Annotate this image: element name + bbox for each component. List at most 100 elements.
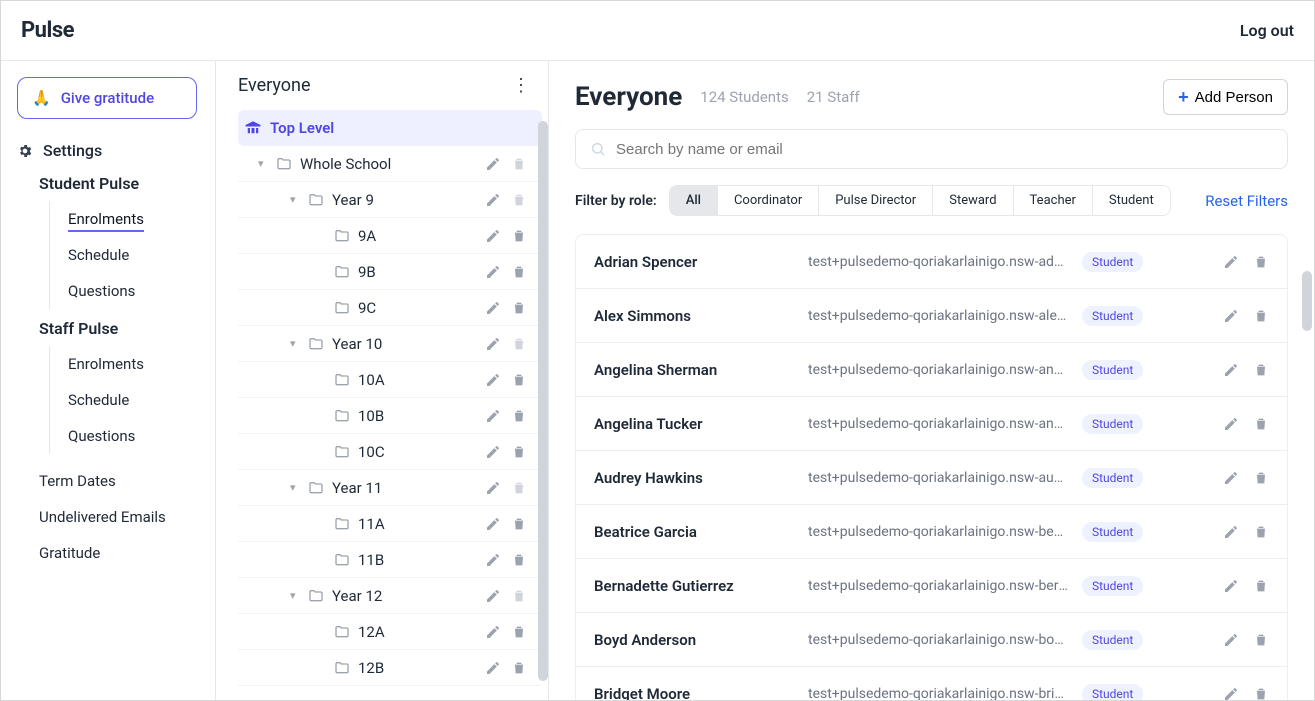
- tree-node-10b[interactable]: 10B: [238, 398, 542, 434]
- edit-icon[interactable]: [1223, 578, 1239, 594]
- person-row[interactable]: Beatrice Garciatest+pulsedemo-qoriakarla…: [576, 505, 1287, 559]
- person-row[interactable]: Alex Simmonstest+pulsedemo-qoriakarlaini…: [576, 289, 1287, 343]
- delete-icon[interactable]: [1253, 362, 1269, 378]
- tree-node-10a[interactable]: 10A: [238, 362, 542, 398]
- edit-icon[interactable]: [1223, 524, 1239, 540]
- reset-filters-link[interactable]: Reset Filters: [1205, 192, 1288, 210]
- edit-icon[interactable]: [484, 444, 502, 460]
- sidebar-section-staff-pulse[interactable]: Staff Pulse: [39, 319, 203, 338]
- app-header: Pulse Log out: [1, 1, 1314, 61]
- edit-icon[interactable]: [484, 408, 502, 424]
- edit-icon[interactable]: [484, 372, 502, 388]
- tree-scrollbar[interactable]: [538, 121, 548, 681]
- search-box[interactable]: [575, 129, 1288, 169]
- tree-menu-icon[interactable]: ⋮: [512, 75, 528, 96]
- edit-icon[interactable]: [484, 300, 502, 316]
- delete-icon[interactable]: [1253, 470, 1269, 486]
- person-row[interactable]: Audrey Hawkinstest+pulsedemo-qoriakarlai…: [576, 451, 1287, 505]
- person-row[interactable]: Bernadette Gutierreztest+pulsedemo-qoria…: [576, 559, 1287, 613]
- tree-node-9c[interactable]: 9C: [238, 290, 542, 326]
- delete-icon[interactable]: [1253, 686, 1269, 700]
- delete-icon[interactable]: [510, 408, 528, 424]
- sidebar-item-staff-schedule[interactable]: Schedule: [68, 382, 203, 418]
- delete-icon[interactable]: [510, 552, 528, 568]
- edit-icon[interactable]: [484, 588, 502, 604]
- edit-icon[interactable]: [1223, 416, 1239, 432]
- tree-node-9a[interactable]: 9A: [238, 218, 542, 254]
- delete-icon[interactable]: [1253, 632, 1269, 648]
- sidebar-settings[interactable]: Settings: [17, 141, 203, 160]
- tree-node-11b[interactable]: 11B: [238, 542, 542, 578]
- logout-link[interactable]: Log out: [1240, 21, 1294, 40]
- edit-icon[interactable]: [484, 516, 502, 532]
- edit-icon[interactable]: [1223, 308, 1239, 324]
- edit-icon[interactable]: [484, 660, 502, 676]
- edit-icon[interactable]: [1223, 254, 1239, 270]
- add-person-button[interactable]: + Add Person: [1163, 79, 1288, 115]
- edit-icon[interactable]: [1223, 686, 1239, 700]
- edit-icon[interactable]: [1223, 632, 1239, 648]
- person-email: test+pulsedemo-qoriakarlainigo.nsw-ang..…: [808, 362, 1068, 378]
- main-scrollbar[interactable]: [1302, 271, 1312, 331]
- filter-coordinator[interactable]: Coordinator: [718, 186, 819, 215]
- sidebar-section-student-pulse[interactable]: Student Pulse: [39, 174, 203, 193]
- tree-node-year-9[interactable]: ▾ Year 9: [238, 182, 542, 218]
- sidebar-item-student-enrolments[interactable]: Enrolments: [68, 201, 203, 237]
- person-row[interactable]: Adrian Spencertest+pulsedemo-qoriakarlai…: [576, 235, 1287, 289]
- tree-node-11a[interactable]: 11A: [238, 506, 542, 542]
- delete-icon[interactable]: [510, 624, 528, 640]
- give-gratitude-button[interactable]: 🙏 Give gratitude: [17, 77, 197, 119]
- delete-icon[interactable]: [510, 372, 528, 388]
- edit-icon[interactable]: [1223, 470, 1239, 486]
- filter-student[interactable]: Student: [1093, 186, 1170, 215]
- tree-node-10c[interactable]: 10C: [238, 434, 542, 470]
- delete-icon[interactable]: [510, 516, 528, 532]
- edit-icon[interactable]: [484, 336, 502, 352]
- sidebar-item-staff-questions[interactable]: Questions: [68, 418, 203, 454]
- sidebar-item-gratitude[interactable]: Gratitude: [39, 544, 203, 562]
- tree-node-year-11[interactable]: ▾ Year 11: [238, 470, 542, 506]
- folder-icon: [334, 264, 350, 280]
- delete-icon[interactable]: [510, 660, 528, 676]
- person-row[interactable]: Boyd Andersontest+pulsedemo-qoriakarlain…: [576, 613, 1287, 667]
- edit-icon[interactable]: [1223, 362, 1239, 378]
- sidebar-item-undelivered-emails[interactable]: Undelivered Emails: [39, 508, 203, 526]
- sidebar-item-staff-enrolments[interactable]: Enrolments: [68, 346, 203, 382]
- sidebar-item-student-questions[interactable]: Questions: [68, 273, 203, 309]
- person-row[interactable]: Angelina Tuckertest+pulsedemo-qoriakarla…: [576, 397, 1287, 451]
- filter-pulse-director[interactable]: Pulse Director: [819, 186, 933, 215]
- tree-node-9b[interactable]: 9B: [238, 254, 542, 290]
- edit-icon[interactable]: [484, 156, 502, 172]
- edit-icon[interactable]: [484, 192, 502, 208]
- filter-teacher[interactable]: Teacher: [1014, 186, 1093, 215]
- edit-icon[interactable]: [484, 480, 502, 496]
- delete-icon[interactable]: [510, 444, 528, 460]
- delete-icon[interactable]: [510, 264, 528, 280]
- delete-icon[interactable]: [1253, 308, 1269, 324]
- person-row[interactable]: Angelina Shermantest+pulsedemo-qoriakarl…: [576, 343, 1287, 397]
- delete-icon[interactable]: [1253, 524, 1269, 540]
- edit-icon[interactable]: [484, 552, 502, 568]
- tree-node-12b[interactable]: 12B: [238, 650, 542, 686]
- edit-icon[interactable]: [484, 624, 502, 640]
- delete-icon[interactable]: [1253, 578, 1269, 594]
- tree-node-year-10[interactable]: ▾ Year 10: [238, 326, 542, 362]
- delete-icon[interactable]: [1253, 416, 1269, 432]
- search-input[interactable]: [616, 141, 1273, 158]
- tree-node-year-12[interactable]: ▾ Year 12: [238, 578, 542, 614]
- sidebar-item-term-dates[interactable]: Term Dates: [39, 472, 203, 490]
- sidebar-item-student-schedule[interactable]: Schedule: [68, 237, 203, 273]
- role-badge: Student: [1082, 576, 1143, 596]
- tree-node-whole-school[interactable]: ▾ Whole School: [238, 146, 542, 182]
- filter-steward[interactable]: Steward: [933, 186, 1013, 215]
- tree-top-level[interactable]: Top Level: [238, 110, 542, 146]
- filter-all[interactable]: All: [670, 186, 718, 215]
- edit-icon[interactable]: [484, 264, 502, 280]
- tree-node-12a[interactable]: 12A: [238, 614, 542, 650]
- person-name: Boyd Anderson: [594, 631, 794, 649]
- delete-icon[interactable]: [1253, 254, 1269, 270]
- delete-icon[interactable]: [510, 300, 528, 316]
- delete-icon[interactable]: [510, 228, 528, 244]
- edit-icon[interactable]: [484, 228, 502, 244]
- person-row[interactable]: Bridget Mooretest+pulsedemo-qoriakarlain…: [576, 667, 1287, 700]
